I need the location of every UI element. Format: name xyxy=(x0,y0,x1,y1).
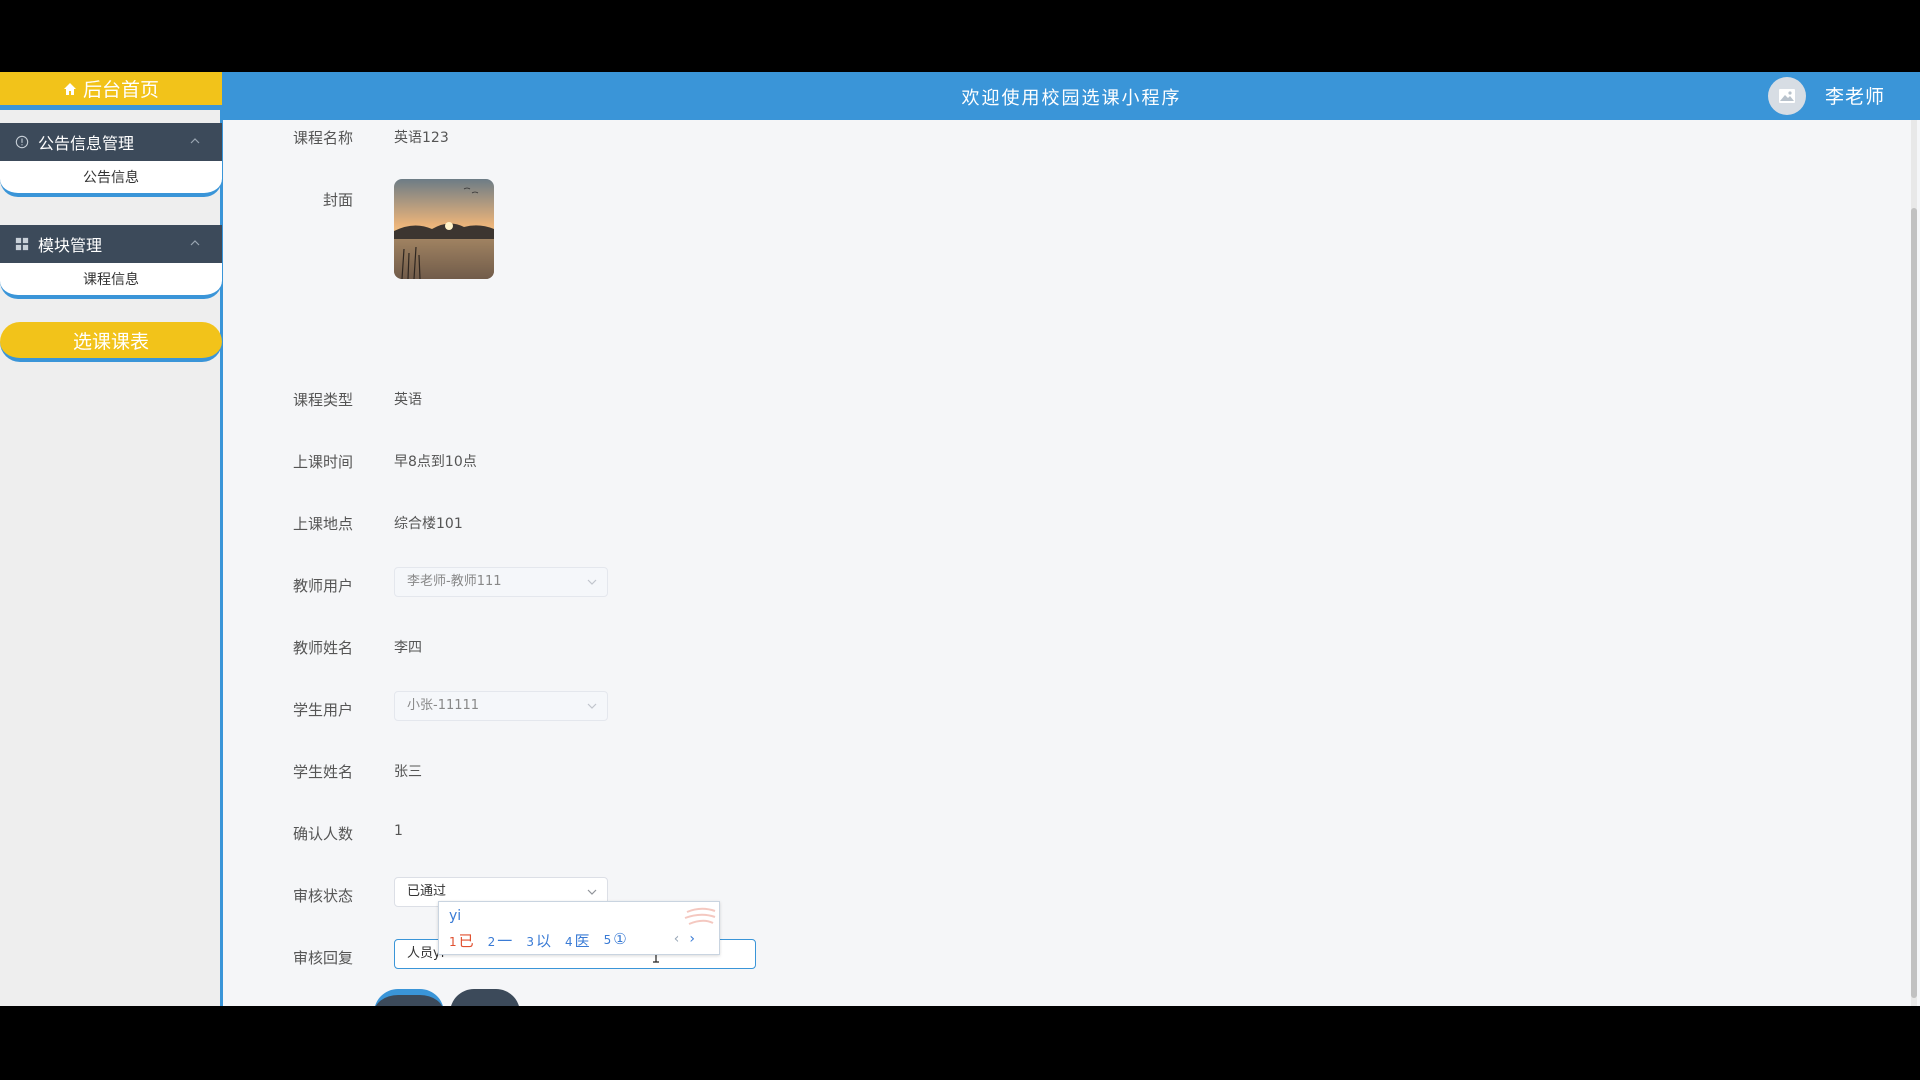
vertical-scrollbar[interactable] xyxy=(1911,120,1917,1006)
home-icon xyxy=(63,82,76,95)
sidebar-item-label: 选课课表 xyxy=(72,330,149,353)
field-label: 课程类型 xyxy=(292,391,353,409)
ime-pager: ‹ › xyxy=(674,931,695,947)
page-title: 欢迎使用校园选课小程序 xyxy=(961,88,1182,109)
home-button[interactable]: 后台首页 xyxy=(0,72,222,110)
ime-prev-page[interactable]: ‹ xyxy=(674,931,680,947)
ime-candidate[interactable]: 3以 xyxy=(526,930,551,951)
sidebar-item-course-schedule[interactable]: 选课课表 xyxy=(0,322,222,362)
sidebar-item-announcement-info[interactable]: 公告信息 xyxy=(0,161,222,197)
field-label: 教师姓名 xyxy=(292,639,353,657)
ime-brush-icon xyxy=(684,907,716,925)
cover-image[interactable] xyxy=(394,179,494,279)
review-status-value: 已通过 xyxy=(407,884,447,899)
home-label: 后台首页 xyxy=(82,79,159,101)
submit-button[interactable]: 提交 xyxy=(374,989,444,1006)
field-label: 教师用户 xyxy=(292,577,353,595)
confirmed-count-value: 1 xyxy=(394,823,403,839)
menu-group-modules[interactable]: 模块管理 xyxy=(0,225,222,263)
course-form: 课程名称 英语123 封面 课程类型 英语 上课时间 早8点到10点 上课地点 … xyxy=(223,120,1905,1006)
field-label: 上课地点 xyxy=(292,515,353,533)
sidebar: 后台首页 公告信息管理 公告信息 模块管理 课程信息 选课课表 xyxy=(0,72,223,1006)
student-user-select[interactable]: 小张-11111 xyxy=(394,691,608,721)
ime-next-page[interactable]: › xyxy=(689,931,695,947)
field-label: 学生用户 xyxy=(292,701,353,719)
ime-candidate-window: yi 1已 2一 3以 4医 5① ‹ › xyxy=(438,901,720,955)
chevron-down-icon xyxy=(587,889,597,895)
field-label: 封面 xyxy=(322,191,353,209)
field-label: 学生姓名 xyxy=(292,763,353,781)
user-name[interactable]: 李老师 xyxy=(1825,82,1885,109)
info-icon xyxy=(14,134,30,150)
student-name-value: 张三 xyxy=(394,764,422,780)
avatar[interactable] xyxy=(1768,77,1806,115)
top-header: 欢迎使用校园选课小程序 李老师 xyxy=(223,72,1920,120)
cancel-button[interactable]: 取消 xyxy=(450,989,520,1006)
sidebar-item-course-info[interactable]: 课程信息 xyxy=(0,263,222,299)
app-window: 后台首页 公告信息管理 公告信息 模块管理 课程信息 选课课表 欢迎使用校园选课… xyxy=(0,72,1920,1006)
teacher-user-select[interactable]: 李老师-教师111 xyxy=(394,567,608,597)
chevron-up-icon xyxy=(190,138,200,144)
teacher-name-value: 李四 xyxy=(394,640,422,656)
chevron-down-icon xyxy=(587,703,597,709)
class-location-value: 综合楼101 xyxy=(394,516,463,532)
class-time-value: 早8点到10点 xyxy=(394,454,477,470)
student-user-value: 小张-11111 xyxy=(407,698,480,713)
grid-icon xyxy=(14,236,30,252)
menu-group-label: 公告信息管理 xyxy=(38,134,135,153)
ime-candidate[interactable]: 5① xyxy=(604,930,627,951)
field-label: 确认人数 xyxy=(292,825,353,843)
menu-group-label: 模块管理 xyxy=(38,236,103,255)
sidebar-item-label: 公告信息 xyxy=(83,170,139,186)
field-label: 上课时间 xyxy=(292,453,353,471)
course-name-value: 英语123 xyxy=(394,130,449,146)
image-placeholder-icon xyxy=(1779,89,1795,103)
ime-composition: yi xyxy=(449,908,462,924)
field-label: 审核状态 xyxy=(292,887,353,905)
menu-group-announcements[interactable]: 公告信息管理 xyxy=(0,123,222,161)
ime-candidate[interactable]: 1已 xyxy=(449,930,474,951)
sidebar-item-label: 课程信息 xyxy=(83,272,139,288)
ime-candidate[interactable]: 2一 xyxy=(488,930,513,951)
chevron-down-icon xyxy=(587,579,597,585)
scrollbar-thumb[interactable] xyxy=(1911,208,1917,998)
ime-candidate-list: 1已 2一 3以 4医 5① xyxy=(449,930,627,951)
chevron-up-icon xyxy=(190,240,200,246)
field-label: 审核回复 xyxy=(292,949,353,967)
ime-candidate[interactable]: 4医 xyxy=(565,930,590,951)
teacher-user-value: 李老师-教师111 xyxy=(407,574,502,589)
field-label: 课程名称 xyxy=(292,129,353,147)
course-type-value: 英语 xyxy=(394,392,422,408)
